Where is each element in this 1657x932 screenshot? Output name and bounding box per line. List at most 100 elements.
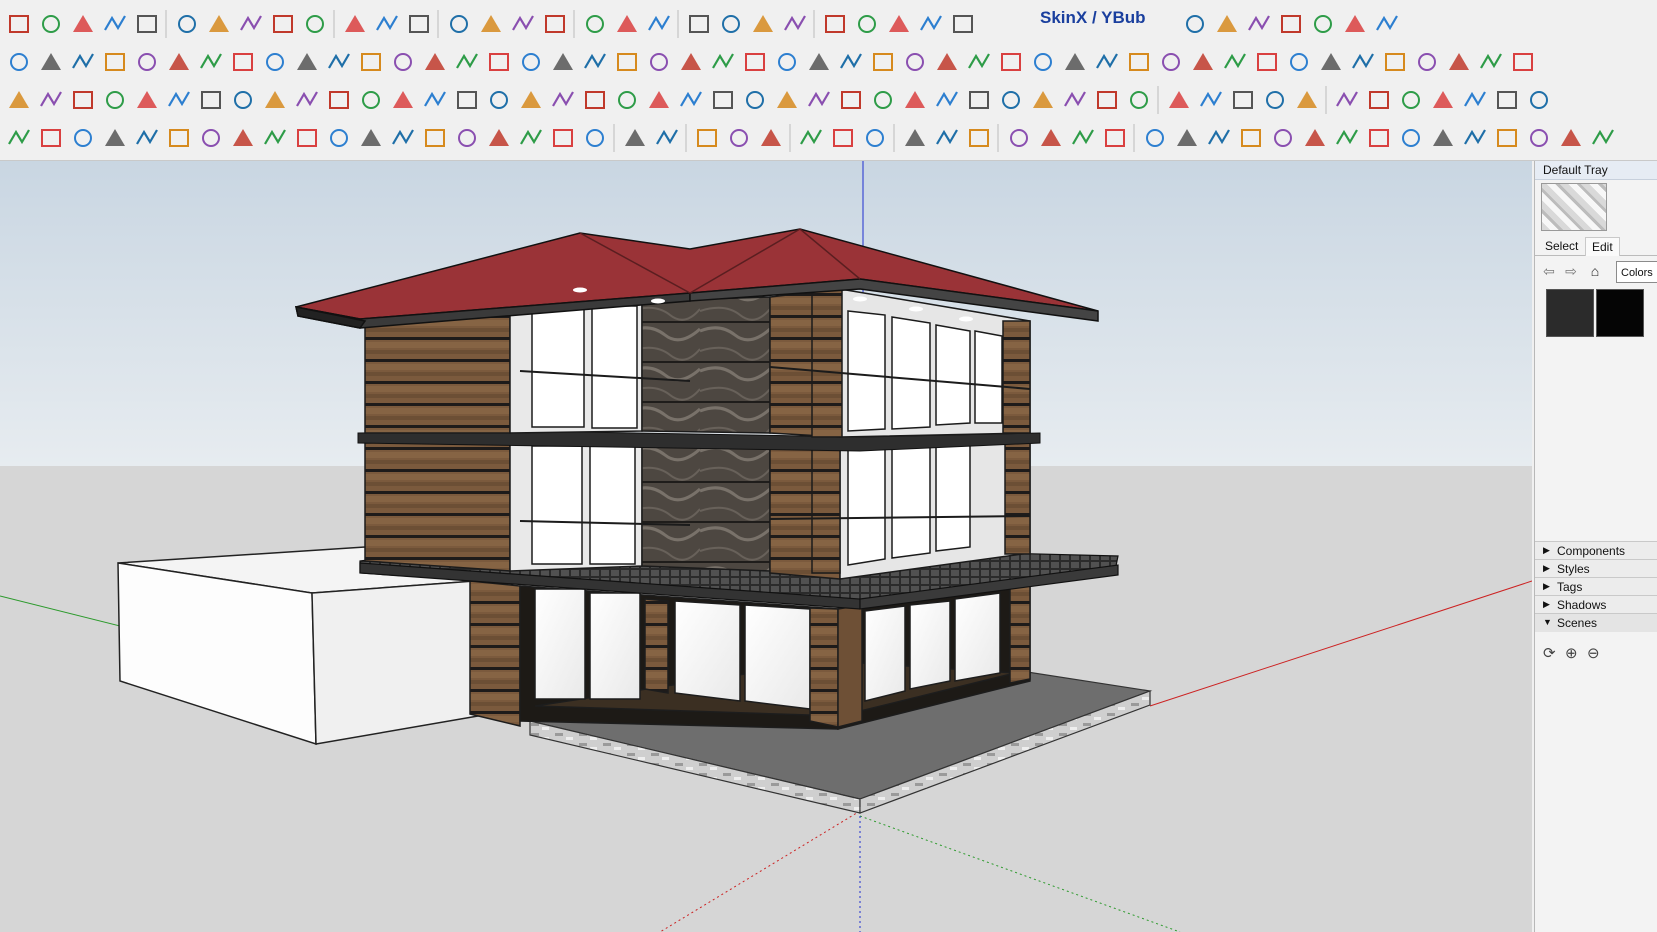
tool-icon[interactable] — [1464, 129, 1486, 145]
tab-select[interactable]: Select — [1539, 237, 1584, 255]
tool-icon[interactable] — [376, 15, 398, 31]
forward-arrow-icon[interactable]: ⇨ — [1563, 263, 1579, 279]
tool-icon[interactable] — [936, 129, 958, 145]
tool-icon[interactable] — [1177, 129, 1197, 146]
tool-icon[interactable] — [425, 129, 445, 147]
tool-icon[interactable] — [1592, 129, 1614, 145]
tool-icon[interactable] — [202, 129, 220, 147]
tool-icon[interactable] — [1034, 53, 1052, 71]
tab-edit[interactable]: Edit — [1585, 237, 1620, 256]
tool-icon[interactable] — [866, 129, 884, 147]
tool-icon[interactable] — [745, 53, 765, 71]
tool-icon[interactable] — [1464, 91, 1486, 107]
tool-icon[interactable] — [137, 91, 157, 108]
tool-icon[interactable] — [1129, 53, 1149, 71]
tool-icon[interactable] — [1402, 129, 1420, 147]
tool-icon[interactable] — [1402, 91, 1420, 109]
material-swatch-dark-gray[interactable] — [1546, 289, 1594, 337]
tool-icon[interactable] — [297, 53, 317, 70]
tool-icon[interactable] — [618, 91, 636, 109]
tool-icon[interactable] — [1248, 15, 1270, 31]
tool-icon[interactable] — [968, 53, 990, 69]
tool-icon[interactable] — [266, 53, 284, 71]
tool-icon[interactable] — [330, 129, 348, 147]
panel-components[interactable]: ▶ Components — [1535, 541, 1657, 560]
tool-icon[interactable] — [201, 91, 221, 109]
tool-icon[interactable] — [394, 53, 412, 71]
tool-icon[interactable] — [953, 15, 973, 33]
tool-icon[interactable] — [8, 129, 30, 145]
tool-icon[interactable] — [553, 53, 573, 70]
tool-icon[interactable] — [10, 53, 28, 71]
first-floor[interactable] — [364, 432, 1031, 580]
tool-icon[interactable] — [1208, 129, 1230, 145]
tool-icon[interactable] — [784, 15, 806, 31]
tool-icon[interactable] — [1041, 129, 1061, 146]
tool-icon[interactable] — [1513, 53, 1533, 71]
tool-icon[interactable] — [209, 15, 229, 32]
tool-icon[interactable] — [72, 53, 94, 69]
tool-icon[interactable] — [648, 15, 670, 31]
tool-icon[interactable] — [936, 91, 958, 107]
tool-icon[interactable] — [512, 15, 534, 31]
tool-icon[interactable] — [41, 129, 61, 147]
tool-icon[interactable] — [1274, 129, 1292, 147]
tool-icon[interactable] — [73, 91, 93, 109]
home-icon[interactable]: ⌂ — [1587, 263, 1603, 279]
tool-icon[interactable] — [1105, 129, 1125, 147]
tool-icon[interactable] — [746, 91, 764, 109]
tool-icon[interactable] — [825, 15, 845, 33]
tool-icon[interactable] — [1561, 129, 1581, 146]
tool-icon[interactable] — [1002, 91, 1020, 109]
tool-icon[interactable] — [1072, 129, 1094, 145]
tool-icon[interactable] — [329, 91, 349, 109]
back-arrow-icon[interactable]: ⇦ — [1541, 263, 1557, 279]
tool-icon[interactable] — [1530, 129, 1548, 147]
tool-icon[interactable] — [1530, 91, 1548, 109]
tool-icon[interactable] — [234, 91, 252, 109]
tool-icon[interactable] — [873, 53, 893, 71]
tool-icon[interactable] — [273, 15, 293, 33]
tool-icon[interactable] — [969, 129, 989, 147]
tool-icon[interactable] — [1097, 91, 1117, 109]
tool-icon[interactable] — [840, 53, 862, 69]
tool-icon[interactable] — [1336, 91, 1358, 107]
tool-icon[interactable] — [1233, 91, 1253, 109]
tool-icon[interactable] — [937, 53, 957, 70]
tool-icon[interactable] — [808, 91, 830, 107]
tool-icon[interactable] — [178, 15, 196, 33]
tool-icon[interactable] — [553, 129, 573, 147]
current-material-thumbnail[interactable] — [1541, 183, 1607, 231]
tool-icon[interactable] — [1497, 91, 1517, 109]
material-library-select[interactable]: Colors — [1616, 261, 1657, 283]
tool-icon[interactable] — [1146, 129, 1164, 147]
tool-icon[interactable] — [777, 91, 797, 108]
tool-icon[interactable] — [137, 15, 157, 33]
tool-icon[interactable] — [545, 15, 565, 33]
panel-styles[interactable]: ▶ Styles — [1535, 559, 1657, 578]
tool-icon[interactable] — [722, 15, 740, 33]
tool-icon[interactable] — [424, 91, 446, 107]
tool-icon[interactable] — [1321, 53, 1341, 70]
tool-icon[interactable] — [1290, 53, 1308, 71]
tool-icon[interactable] — [521, 91, 541, 108]
tool-icon[interactable] — [392, 129, 414, 145]
tool-icon[interactable] — [1297, 91, 1317, 108]
tool-icon[interactable] — [489, 53, 509, 71]
tool-icon[interactable] — [458, 129, 476, 147]
tool-icon[interactable] — [1369, 129, 1389, 147]
tool-icon[interactable] — [409, 15, 429, 33]
tool-icon[interactable] — [649, 91, 669, 108]
panel-shadows[interactable]: ▶ Shadows — [1535, 595, 1657, 614]
tool-icon[interactable] — [650, 53, 668, 71]
tool-icon[interactable] — [1281, 15, 1301, 33]
tool-icon[interactable] — [522, 53, 540, 71]
tool-icon[interactable] — [265, 91, 285, 108]
tool-icon[interactable] — [520, 129, 542, 145]
tool-icon[interactable] — [1433, 91, 1453, 108]
tool-icon[interactable] — [1369, 91, 1389, 109]
tool-icon[interactable] — [233, 53, 253, 71]
tool-icon[interactable] — [905, 91, 925, 108]
tool-icon[interactable] — [778, 53, 796, 71]
tool-icon[interactable] — [585, 91, 605, 109]
